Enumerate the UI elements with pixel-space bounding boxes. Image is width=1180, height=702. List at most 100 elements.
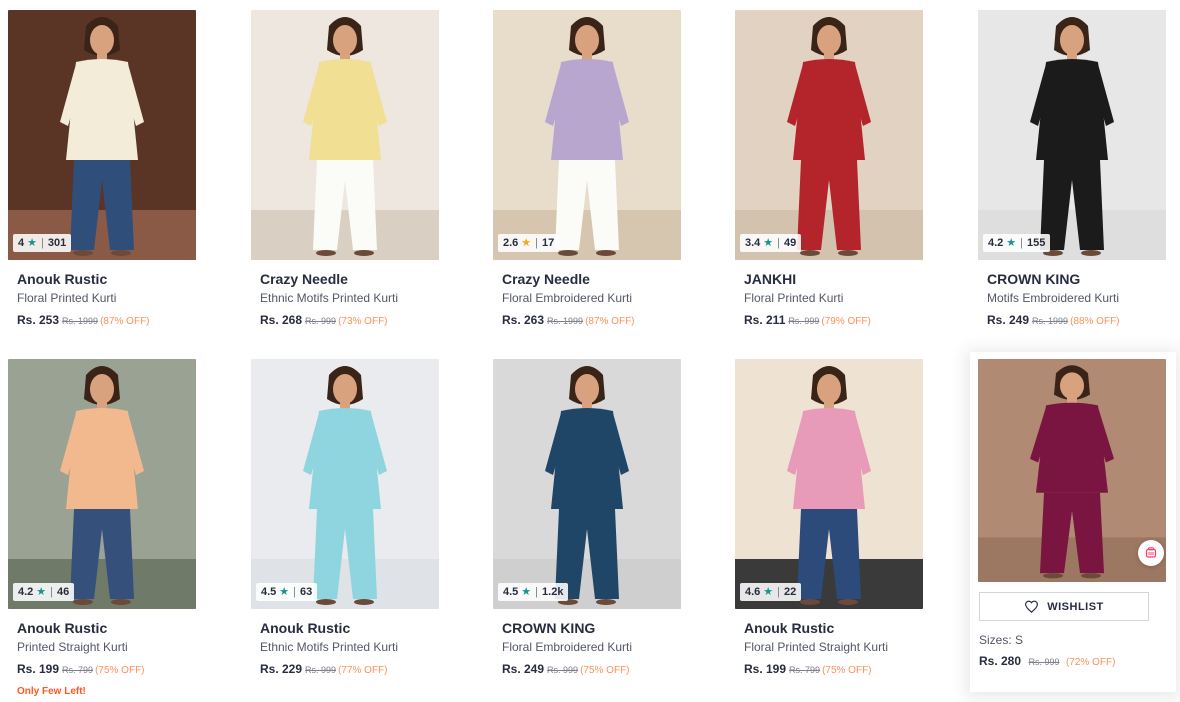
rating-badge: 4.2 ★ | 46 [13, 583, 75, 601]
selling-price: Rs. 253 [17, 313, 60, 327]
rating-value: 4.5 [503, 586, 519, 598]
star-icon: ★ [36, 585, 47, 598]
product-card[interactable]: 4.5 ★ | 63 Anouk Rustic Ethnic Motifs Printed… [243, 349, 449, 689]
product-image[interactable]: 3.4 ★ | 49 [735, 10, 923, 260]
product-brand: Anouk Rustic [17, 271, 108, 287]
product-image[interactable]: 4.5 ★ | 63 [251, 359, 439, 609]
product-name: Floral Printed Kurti [744, 291, 844, 305]
product-card[interactable]: 4 ★ | 301 Anouk Rustic Floral Printed Kurti Rs… [0, 0, 206, 340]
star-icon: ★ [279, 585, 290, 598]
rating-value: 4 [18, 237, 25, 249]
product-card[interactable]: 4.6 ★ | 22 Anouk Rustic Floral Printed Straig… [727, 349, 933, 689]
original-price: Rs. 1999 [1032, 316, 1069, 326]
discount-label: (75% OFF) [822, 665, 872, 676]
product-card[interactable]: 3.4 ★ | 49 JANKHI Floral Printed Kurti Rs. 211… [727, 0, 933, 340]
discount-label: (75% OFF) [95, 665, 145, 676]
rating-count: 22 [784, 586, 797, 598]
product-photo [493, 10, 681, 260]
view-similar-button[interactable] [1138, 540, 1164, 566]
product-image[interactable] [251, 10, 439, 260]
star-icon: ★ [763, 585, 774, 598]
original-price: Rs. 999 [788, 316, 820, 326]
original-price: Rs. 999 [1028, 657, 1060, 667]
product-info: Crazy Needle Ethnic Motifs Printed Kurti R… [260, 270, 440, 330]
original-price: Rs. 999 [547, 665, 579, 675]
rating-count: 63 [300, 586, 313, 598]
product-brand: Anouk Rustic [260, 620, 351, 636]
rating-separator: | [1020, 237, 1024, 249]
rating-count: 301 [47, 237, 67, 249]
price-row: Rs. 199 Rs. 799 (75% OFF) [17, 661, 197, 679]
product-info: CROWN KING Motifs Embroidered Kurti Rs. 24… [987, 270, 1167, 330]
rating-value: 2.6 [503, 237, 519, 249]
rating-separator: | [777, 586, 781, 598]
selling-price: Rs. 263 [502, 313, 545, 327]
product-brand: JANKHI [744, 271, 797, 287]
price-row: Rs. 199 Rs. 799 (75% OFF) [744, 661, 924, 679]
original-price: Rs. 799 [62, 665, 94, 675]
product-photo [251, 10, 439, 260]
price-row: Rs. 229 Rs. 999 (77% OFF) [260, 661, 440, 679]
rating-count: 17 [542, 237, 555, 249]
product-brand: Anouk Rustic [744, 620, 835, 636]
product-image[interactable]: 4.2 ★ | 155 [978, 10, 1166, 260]
view-similar-icon [1145, 547, 1157, 558]
product-card[interactable]: Crazy Needle Ethnic Motifs Printed Kurti R… [243, 0, 449, 340]
selling-price: Rs. 249 [987, 313, 1030, 327]
star-icon: ★ [763, 236, 774, 249]
product-card[interactable]: 4.2 ★ | 46 Anouk Rustic Printed Straight Kurt… [0, 349, 206, 697]
product-info: Anouk Rustic Floral Printed Kurti Rs. 253 R… [17, 270, 197, 330]
product-image[interactable]: 4 ★ | 301 [8, 10, 196, 260]
discount-label: (87% OFF) [100, 316, 150, 327]
rating-value: 4.6 [745, 586, 761, 598]
product-brand: CROWN KING [502, 620, 596, 636]
product-photo [735, 10, 923, 260]
product-brand: Crazy Needle [260, 271, 348, 287]
rating-value: 4.5 [261, 586, 277, 598]
product-photo [493, 359, 681, 609]
product-card[interactable]: 4.2 ★ | 155 CROWN KING Motifs Embroidered Kur… [970, 0, 1176, 340]
product-brand: Anouk Rustic [17, 620, 108, 636]
rating-badge: 2.6 ★ | 17 [498, 234, 560, 252]
heart-icon [1025, 600, 1039, 613]
product-info: Anouk Rustic Floral Printed Straight Kurt… [744, 619, 924, 679]
product-card[interactable]: 4.5 ★ | 1.2k CROWN KING Floral Embroidered Ku… [485, 349, 691, 689]
product-card[interactable]: 2.6 ★ | 17 Crazy Needle Floral Embroidered Ku… [485, 0, 691, 340]
product-image[interactable]: 4.5 ★ | 1.2k [493, 359, 681, 609]
stock-urgency-label: Only Few Left! [17, 686, 86, 697]
price-row: Rs. 263 Rs. 1999 (87% OFF) [502, 312, 682, 330]
selling-price: Rs. 249 [502, 662, 545, 676]
rating-separator: | [535, 586, 539, 598]
price-row: Rs. 280 Rs. 999 (72% OFF) [979, 653, 1115, 671]
product-info: JANKHI Floral Printed Kurti Rs. 211 Rs. 999… [744, 270, 924, 330]
product-image[interactable]: 4.2 ★ | 46 [8, 359, 196, 609]
product-name: Ethnic Motifs Printed Kurti [260, 640, 399, 654]
product-card-hovered[interactable]: WISHLIST Sizes: S Rs. 280 Rs. 999 (72% O… [970, 352, 1176, 692]
selling-price: Rs. 280 [979, 654, 1022, 668]
product-info: Anouk Rustic Printed Straight Kurti Rs. 19… [17, 619, 197, 698]
rating-separator: | [50, 586, 54, 598]
rating-badge: 4.2 ★ | 155 [983, 234, 1051, 252]
product-name: Floral Printed Kurti [17, 291, 117, 305]
product-name: Ethnic Motifs Printed Kurti [260, 291, 399, 305]
product-photo [8, 359, 196, 609]
star-icon: ★ [521, 585, 532, 598]
product-photo [251, 359, 439, 609]
price-row: Rs. 249 Rs. 1999 (88% OFF) [987, 312, 1167, 330]
rating-badge: 4.5 ★ | 1.2k [498, 583, 569, 601]
wishlist-button[interactable]: WISHLIST [979, 592, 1149, 621]
product-brand: CROWN KING [987, 271, 1081, 287]
product-info: CROWN KING Floral Embroidered Kurti Rs. 24… [502, 619, 682, 679]
product-photo [8, 10, 196, 260]
product-image[interactable]: 4.6 ★ | 22 [735, 359, 923, 609]
discount-label: (79% OFF) [821, 316, 871, 327]
wishlist-label: WISHLIST [1047, 600, 1104, 613]
discount-label: (77% OFF) [338, 665, 388, 676]
product-name: Floral Embroidered Kurti [502, 640, 633, 654]
product-image[interactable]: 2.6 ★ | 17 [493, 10, 681, 260]
rating-separator: | [777, 237, 781, 249]
original-price: Rs. 799 [789, 665, 821, 675]
rating-value: 4.2 [18, 586, 34, 598]
rating-separator: | [293, 586, 297, 598]
rating-badge: 4.6 ★ | 22 [740, 583, 802, 601]
